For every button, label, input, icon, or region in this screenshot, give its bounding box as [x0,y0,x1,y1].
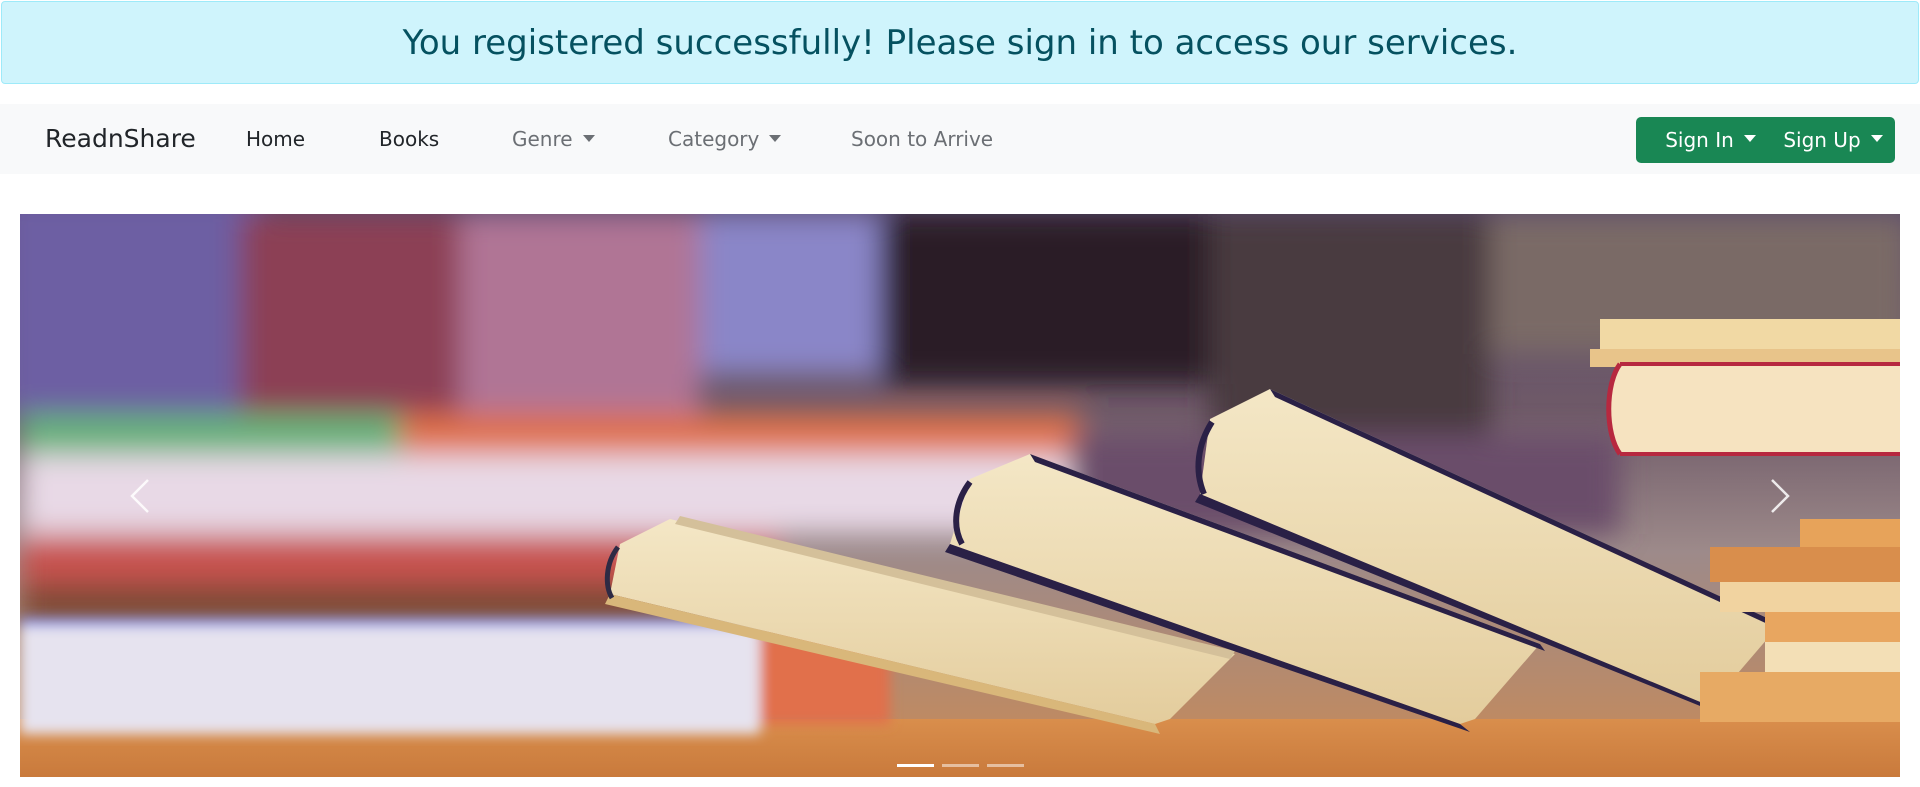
chevron-right-icon [1771,478,1790,513]
caret-down-icon [1870,134,1883,142]
nav-books[interactable]: Books [379,104,439,174]
nav-soon-label: Soon to Arrive [851,127,994,151]
hero-carousel [20,214,1900,777]
sign-up-label: Sign Up [1783,128,1861,152]
nav-genre-dropdown[interactable]: Genre [512,104,595,174]
sign-up-button[interactable]: Sign Up [1771,117,1895,163]
carousel-prev-button[interactable] [80,214,200,777]
nav-books-label: Books [379,127,440,151]
alert-message: You registered successfully! Please sign… [402,22,1518,63]
navbar: ReadnShare Home Books Genre Category Soo… [0,104,1920,174]
chevron-left-icon [130,478,149,513]
carousel-indicator-2[interactable] [941,764,979,767]
caret-down-icon [582,135,595,142]
nav-category-label: Category [668,127,760,151]
sign-in-label: Sign In [1665,128,1734,152]
caret-down-icon [769,135,782,142]
nav-category-dropdown[interactable]: Category [668,104,782,174]
success-alert: You registered successfully! Please sign… [1,1,1919,84]
nav-home-label: Home [246,127,306,151]
carousel-slide-image [20,214,1900,777]
carousel-indicator-1[interactable] [896,764,934,767]
brand-logo[interactable]: ReadnShare [45,104,196,174]
caret-down-icon [1743,134,1756,142]
nav-home[interactable]: Home [246,104,305,174]
nav-genre-label: Genre [512,127,573,151]
carousel-indicators [20,764,1900,767]
carousel-indicator-3[interactable] [986,764,1024,767]
sign-in-button[interactable]: Sign In [1636,117,1785,163]
carousel-next-button[interactable] [1720,214,1840,777]
nav-soon-to-arrive[interactable]: Soon to Arrive [851,104,993,174]
